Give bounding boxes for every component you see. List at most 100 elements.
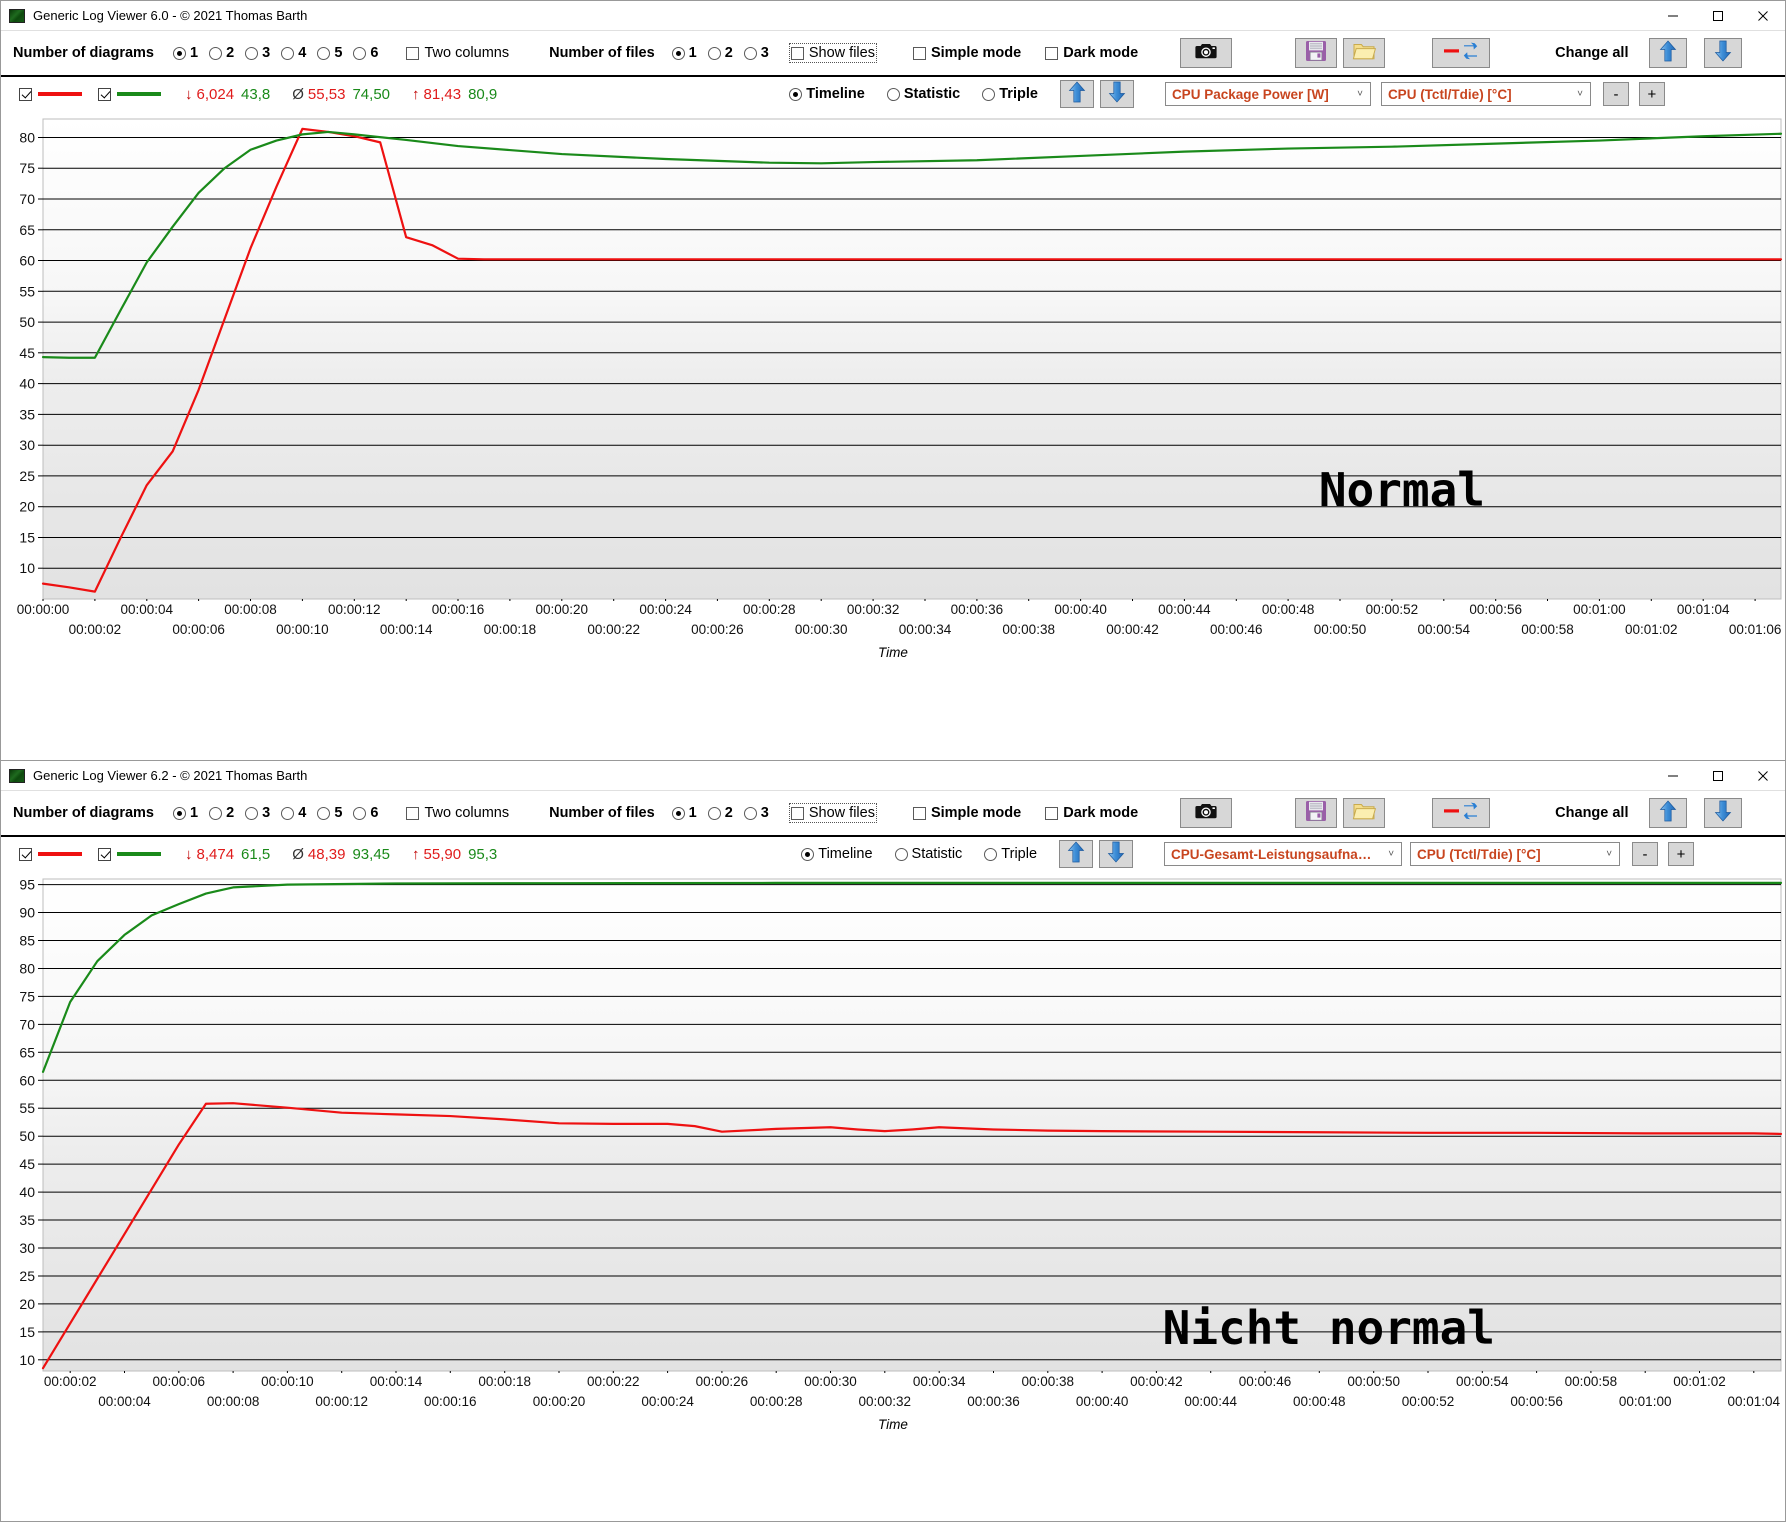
left-series-select[interactable]: CPU-Gesamt-Leistungsaufnahme [W] ˅ (1164, 842, 1403, 866)
radio-icon[interactable] (984, 847, 998, 861)
save-button[interactable] (1295, 798, 1338, 828)
change-all-up-button[interactable] (1648, 38, 1687, 68)
checkbox-icon[interactable] (790, 46, 804, 60)
series-2-checkbox-icon[interactable] (98, 847, 111, 861)
radio-icon[interactable] (173, 806, 186, 820)
series-up-button[interactable] (1059, 80, 1094, 108)
radio-icon[interactable] (743, 806, 757, 820)
checkbox-icon[interactable] (406, 46, 420, 60)
reload-button[interactable] (1432, 38, 1491, 68)
view-mode-option-statistic[interactable]: Statistic (894, 846, 962, 862)
checkbox-icon[interactable] (406, 806, 420, 820)
maximize-button[interactable] (1695, 1, 1740, 31)
file-count-option-2[interactable]: 2 (707, 45, 733, 61)
minimize-button[interactable] (1650, 761, 1695, 791)
diagram-count-option-2[interactable]: 2 (209, 45, 234, 61)
zoom-out-button[interactable]: - (1602, 82, 1629, 106)
radio-icon[interactable] (894, 847, 908, 861)
two-columns-checkbox[interactable]: Two columns (406, 45, 509, 61)
save-button[interactable] (1295, 38, 1338, 68)
view-mode-option-statistic[interactable]: Statistic (886, 86, 960, 102)
file-count-option-1[interactable]: 1 (671, 45, 697, 61)
change-all-up-button[interactable] (1648, 798, 1687, 828)
diagram-count-option-3[interactable]: 3 (245, 805, 270, 821)
diagram-count-option-4[interactable]: 4 (281, 805, 306, 821)
radio-icon[interactable] (789, 87, 803, 101)
right-series-select[interactable]: CPU (Tctl/Tdie) [°C] ˅ (1380, 82, 1591, 106)
radio-icon[interactable] (353, 46, 367, 60)
file-count-option-3[interactable]: 3 (743, 805, 769, 821)
legend-series-1[interactable] (19, 87, 98, 101)
diagram-count-option-5[interactable]: 5 (317, 45, 342, 61)
legend-series-1[interactable] (19, 847, 98, 861)
checkbox-icon[interactable] (790, 806, 804, 820)
series-1-checkbox-icon[interactable] (19, 87, 32, 101)
change-all-down-button[interactable] (1703, 38, 1742, 68)
series-2-checkbox-icon[interactable] (98, 87, 111, 101)
view-mode-option-triple[interactable]: Triple (984, 846, 1037, 862)
file-count-option-1[interactable]: 1 (671, 805, 697, 821)
dark-mode-checkbox[interactable]: Dark mode (1045, 45, 1138, 61)
radio-icon[interactable] (886, 87, 900, 101)
radio-icon[interactable] (281, 806, 295, 820)
diagram-count-option-3[interactable]: 3 (245, 45, 270, 61)
reload-button[interactable] (1432, 798, 1491, 828)
chart-plot-area[interactable]: 10 15 20 25 30 35 40 45 50 55 60 65 70 75 80 85 90 95 Nic… (1, 871, 1785, 1373)
right-series-select[interactable]: CPU (Tctl/Tdie) [°C] ˅ (1410, 842, 1621, 866)
screenshot-button[interactable] (1180, 38, 1233, 68)
diagram-count-option-6[interactable]: 6 (353, 45, 378, 61)
series-1-checkbox-icon[interactable] (19, 847, 32, 861)
radio-icon[interactable] (707, 46, 721, 60)
zoom-in-button[interactable]: + (1668, 842, 1695, 866)
left-series-select[interactable]: CPU Package Power [W] ˅ (1164, 82, 1371, 106)
diagram-count-option-6[interactable]: 6 (353, 805, 378, 821)
checkbox-icon[interactable] (912, 46, 926, 60)
radio-icon[interactable] (317, 46, 331, 60)
simple-mode-checkbox[interactable]: Simple mode (912, 805, 1021, 821)
series-down-button[interactable] (1099, 840, 1134, 868)
screenshot-button[interactable] (1180, 798, 1233, 828)
diagram-count-option-5[interactable]: 5 (317, 805, 342, 821)
radio-icon[interactable] (245, 46, 259, 60)
dark-mode-checkbox[interactable]: Dark mode (1045, 805, 1138, 821)
close-button[interactable] (1740, 1, 1785, 31)
maximize-button[interactable] (1695, 761, 1740, 791)
radio-icon[interactable] (209, 46, 223, 60)
open-button[interactable] (1343, 38, 1386, 68)
show-files-checkbox[interactable]: Show files (788, 43, 877, 63)
file-count-option-3[interactable]: 3 (743, 45, 769, 61)
view-mode-option-triple[interactable]: Triple (982, 86, 1038, 102)
zoom-in-button[interactable]: + (1638, 82, 1665, 106)
change-all-down-button[interactable] (1703, 798, 1742, 828)
file-count-option-2[interactable]: 2 (707, 805, 733, 821)
radio-icon[interactable] (353, 806, 367, 820)
view-mode-option-timeline[interactable]: Timeline (801, 846, 873, 862)
radio-icon[interactable] (671, 46, 685, 60)
radio-icon[interactable] (245, 806, 259, 820)
two-columns-checkbox[interactable]: Two columns (406, 805, 509, 821)
simple-mode-checkbox[interactable]: Simple mode (912, 45, 1021, 61)
close-button[interactable] (1740, 761, 1785, 791)
checkbox-icon[interactable] (1045, 46, 1059, 60)
minimize-button[interactable] (1650, 1, 1695, 31)
series-up-button[interactable] (1059, 840, 1094, 868)
radio-icon[interactable] (801, 847, 815, 861)
radio-icon[interactable] (281, 46, 295, 60)
checkbox-icon[interactable] (912, 806, 926, 820)
show-files-checkbox[interactable]: Show files (788, 803, 877, 823)
legend-series-2[interactable] (98, 847, 177, 861)
radio-icon[interactable] (982, 87, 996, 101)
checkbox-icon[interactable] (1045, 806, 1059, 820)
radio-icon[interactable] (743, 46, 757, 60)
radio-icon[interactable] (209, 806, 223, 820)
radio-icon[interactable] (671, 806, 685, 820)
diagram-count-option-4[interactable]: 4 (281, 45, 306, 61)
view-mode-option-timeline[interactable]: Timeline (789, 86, 865, 102)
open-button[interactable] (1343, 798, 1386, 828)
diagram-count-option-2[interactable]: 2 (209, 805, 234, 821)
radio-icon[interactable] (317, 806, 331, 820)
legend-series-2[interactable] (98, 87, 177, 101)
diagram-count-option-1[interactable]: 1 (173, 45, 198, 61)
radio-icon[interactable] (173, 46, 186, 60)
radio-icon[interactable] (707, 806, 721, 820)
